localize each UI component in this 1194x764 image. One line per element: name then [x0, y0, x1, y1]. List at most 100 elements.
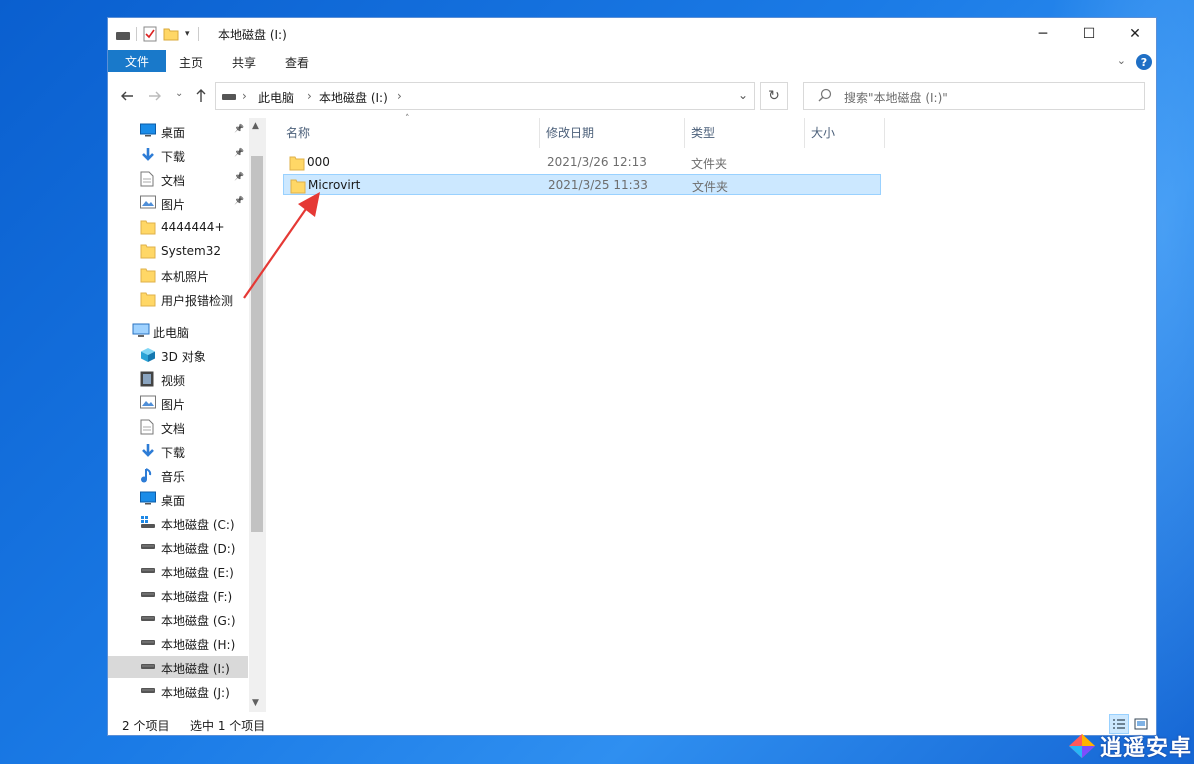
nav-quick-access-item[interactable]: 文档 📌 — [108, 168, 248, 190]
nav-this-pc-item[interactable]: 文档 — [108, 416, 248, 438]
up-arrow-icon[interactable] — [194, 88, 208, 103]
column-header-modified[interactable]: 修改日期 — [546, 124, 594, 141]
nav-item-label: 本地磁盘 (J:) — [161, 686, 230, 700]
recent-locations-icon[interactable]: ⌄ — [175, 88, 183, 99]
tab-share[interactable]: 共享 — [232, 54, 256, 71]
tab-home[interactable]: 主页 — [179, 54, 203, 71]
nav-quick-access-item[interactable]: 用户报错检测 — [108, 288, 248, 310]
tab-view[interactable]: 查看 — [285, 54, 309, 71]
desktop-icon — [140, 123, 156, 139]
nav-item-label: 文档 — [161, 174, 186, 188]
nav-this-pc-item[interactable]: 图片 — [108, 392, 248, 414]
drive-icon — [140, 539, 156, 555]
nav-item-label: 本机照片 — [161, 270, 210, 284]
search-icon — [818, 88, 832, 102]
folder-icon — [289, 155, 305, 174]
breadcrumb-separator-icon[interactable]: › — [397, 89, 402, 103]
close-button[interactable]: ✕ — [1112, 18, 1158, 50]
nav-quick-access-item[interactable]: 下载 📌 — [108, 144, 248, 166]
nav-this-pc-item[interactable]: 本地磁盘 (H:) — [108, 632, 248, 654]
picture-icon — [140, 395, 156, 411]
breadcrumb-separator-icon[interactable]: › — [307, 89, 312, 103]
nav-item-label: 本地磁盘 (E:) — [161, 566, 234, 580]
file-row[interactable]: 000 2021/3/26 12:13 文件夹 — [283, 152, 881, 173]
ribbon-tabs: 文件 主页 共享 查看 ⌄ ? — [108, 50, 1156, 76]
properties-icon[interactable] — [143, 26, 157, 42]
nav-this-pc-item[interactable]: 本地磁盘 (E:) — [108, 560, 248, 582]
nav-item-label: 下载 — [161, 150, 186, 164]
download-icon — [140, 443, 156, 459]
nav-quick-access-item[interactable]: 4444444+ — [108, 216, 248, 238]
search-input[interactable]: 搜索"本地磁盘 (I:)" — [803, 82, 1145, 110]
nav-this-pc[interactable]: 此电脑 — [108, 320, 248, 342]
sort-indicator-icon: ˄ — [405, 114, 410, 124]
column-header-size[interactable]: 大小 — [811, 124, 835, 141]
watermark-logo-icon — [1069, 734, 1095, 758]
forward-arrow-icon[interactable] — [148, 89, 162, 103]
nav-this-pc-item[interactable]: 音乐 — [108, 464, 248, 486]
nav-this-pc-item[interactable]: 本地磁盘 (G:) — [108, 608, 248, 630]
address-history-dropdown-icon[interactable]: ⌄ — [738, 88, 748, 102]
nav-this-pc-item[interactable]: 本地磁盘 (C:) — [108, 512, 248, 534]
nav-quick-access-item[interactable]: 本机照片 — [108, 264, 248, 286]
nav-item-label: 下载 — [161, 446, 186, 460]
scroll-up-icon[interactable]: ▲ — [252, 121, 259, 131]
nav-this-pc-item[interactable]: 本地磁盘 (I:) — [108, 656, 248, 678]
expand-ribbon-icon[interactable]: ⌄ — [1117, 54, 1126, 67]
video-icon — [140, 371, 156, 387]
music-icon — [140, 467, 156, 483]
minimize-button[interactable]: ─ — [1020, 18, 1066, 50]
pin-icon[interactable]: 📌 — [234, 124, 244, 133]
nav-this-pc-item[interactable]: 本地磁盘 (F:) — [108, 584, 248, 606]
folder-icon — [140, 243, 156, 259]
nav-this-pc-item[interactable]: 本地磁盘 (J:) — [108, 680, 248, 702]
file-type: 文件夹 — [692, 180, 729, 194]
computer-icon — [132, 323, 150, 339]
nav-this-pc-item[interactable]: 本地磁盘 (D:) — [108, 536, 248, 558]
nav-item-label: System32 — [161, 244, 222, 258]
nav-item-label: 3D 对象 — [161, 350, 206, 364]
maximize-button[interactable]: ☐ — [1066, 18, 1112, 50]
nav-item-label: 桌面 — [161, 126, 186, 140]
nav-this-pc-item[interactable]: 视频 — [108, 368, 248, 390]
breadcrumb-drive-i[interactable]: 本地磁盘 (I:) — [319, 89, 388, 106]
status-selection: 选中 1 个项目 — [190, 719, 266, 733]
new-folder-icon[interactable] — [163, 26, 179, 42]
column-divider[interactable] — [539, 118, 540, 148]
column-divider[interactable] — [884, 118, 885, 148]
column-divider[interactable] — [684, 118, 685, 148]
nav-item-label: 桌面 — [161, 494, 186, 508]
nav-item-label: 图片 — [161, 398, 186, 412]
file-row[interactable]: Microvirt 2021/3/25 11:33 文件夹 — [283, 174, 881, 195]
back-arrow-icon[interactable] — [120, 89, 134, 103]
pin-icon[interactable]: 📌 — [234, 172, 244, 181]
drive-icon — [140, 635, 156, 651]
breadcrumb-this-pc[interactable]: 此电脑 — [258, 89, 294, 106]
breadcrumb-separator-icon[interactable]: › — [242, 89, 247, 103]
nav-item-label: 4444444+ — [161, 220, 225, 234]
address-bar[interactable]: › 此电脑 › 本地磁盘 (I:) › ⌄ — [215, 82, 755, 110]
picture-icon — [140, 195, 156, 211]
nav-quick-access-item[interactable]: 图片 📌 — [108, 192, 248, 214]
nav-quick-access-item[interactable]: 桌面 📌 — [108, 120, 248, 142]
refresh-button[interactable]: ↻ — [760, 82, 788, 110]
drive-icon[interactable] — [116, 32, 130, 40]
pin-icon[interactable]: 📌 — [234, 148, 244, 157]
column-header-type[interactable]: 类型 — [691, 124, 715, 141]
nav-this-pc-item[interactable]: 下载 — [108, 440, 248, 462]
customize-dropdown-icon[interactable]: ▾ — [185, 29, 190, 39]
help-icon[interactable]: ? — [1136, 54, 1152, 70]
folder-icon — [140, 267, 156, 283]
nav-item-label: 本地磁盘 (G:) — [161, 614, 236, 628]
nav-item-label: 视频 — [161, 374, 186, 388]
document-icon — [140, 419, 156, 435]
tab-file[interactable]: 文件 — [108, 50, 166, 72]
nav-quick-access-item[interactable]: System32 — [108, 240, 248, 262]
column-header-name[interactable]: 名称 — [286, 124, 310, 141]
file-modified: 2021/3/26 12:13 — [547, 155, 647, 169]
nav-this-pc-item[interactable]: 桌面 — [108, 488, 248, 510]
column-divider[interactable] — [804, 118, 805, 148]
nav-item-label: 本地磁盘 (I:) — [161, 662, 230, 676]
scroll-down-icon[interactable]: ▼ — [252, 698, 259, 708]
nav-this-pc-item[interactable]: 3D 对象 — [108, 344, 248, 366]
